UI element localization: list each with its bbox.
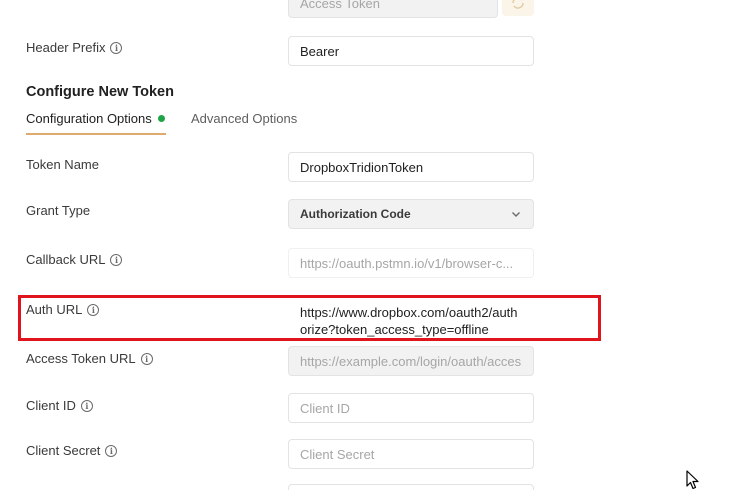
client-id-label: Client ID i [26,398,93,413]
token-name-input[interactable]: DropboxTridionToken [288,152,534,182]
client-id-input[interactable]: Client ID [288,393,534,423]
access-token-url-input[interactable]: https://example.com/login/oauth/acces [288,346,534,376]
tab-configuration-options[interactable]: Configuration Options [26,111,165,126]
callback-url-label: Callback URL i [26,252,123,267]
next-field-input[interactable] [288,484,534,490]
highlight-box [18,295,601,341]
header-prefix-label: Header Prefix i [26,40,123,55]
access-token-field[interactable]: Access Token [288,0,498,18]
info-icon[interactable]: i [140,352,153,365]
token-name-label: Token Name [26,157,99,172]
info-icon[interactable]: i [105,444,118,457]
info-icon[interactable]: i [110,253,123,266]
callback-url-input[interactable]: https://oauth.pstmn.io/v1/browser-c... [288,248,534,278]
sync-button[interactable] [502,0,534,16]
info-icon[interactable]: i [80,399,93,412]
grant-type-select[interactable]: Authorization Code [288,199,534,229]
section-title: Configure New Token [26,84,174,100]
access-token-placeholder: Access Token [300,0,380,11]
client-secret-input[interactable]: Client Secret [288,439,534,469]
access-token-url-label: Access Token URL i [26,351,153,366]
grant-type-label: Grant Type [26,203,91,218]
status-dot-icon [157,115,165,122]
client-secret-label: Client Secret i [26,443,118,458]
tab-advanced-options[interactable]: Advanced Options [191,111,297,126]
chevron-down-icon [512,212,520,217]
info-icon[interactable]: i [110,41,123,54]
mouse-cursor-icon [686,470,699,490]
sync-icon [512,0,524,9]
header-prefix-input[interactable]: Bearer [288,36,534,66]
active-tab-underline [26,133,166,135]
